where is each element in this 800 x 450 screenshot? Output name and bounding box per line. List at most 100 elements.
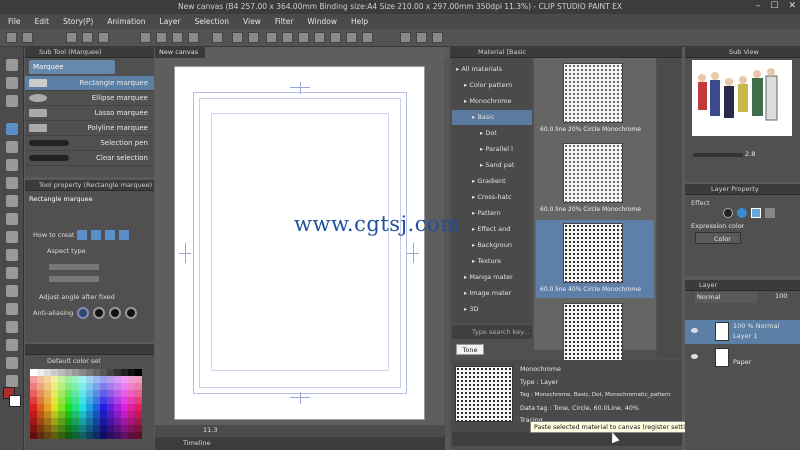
color-swatch[interactable]	[72, 376, 79, 383]
color-swatch[interactable]	[58, 404, 65, 411]
text-tool-icon[interactable]	[6, 357, 18, 369]
new-file-icon[interactable]	[66, 32, 77, 43]
color-swatch[interactable]	[114, 404, 121, 411]
color-swatch[interactable]	[93, 425, 100, 432]
color-swatch[interactable]	[44, 376, 51, 383]
color-swatch[interactable]	[72, 411, 79, 418]
decoration-tool-icon[interactable]	[6, 249, 18, 261]
color-swatch[interactable]	[58, 390, 65, 397]
material-tag-tone[interactable]: Tone	[456, 344, 484, 355]
color-swatch[interactable]	[93, 369, 100, 376]
subtool-item[interactable]: Rectangle marquee	[25, 76, 154, 91]
color-swatch[interactable]	[100, 383, 107, 390]
color-swatch[interactable]	[100, 369, 107, 376]
color-swatch[interactable]	[107, 397, 114, 404]
color-swatch[interactable]	[79, 432, 86, 439]
color-swatch[interactable]	[114, 397, 121, 404]
menu-filter[interactable]: Filter	[275, 14, 294, 29]
color-swatch[interactable]	[135, 411, 142, 418]
menu-view[interactable]: View	[243, 14, 261, 29]
airbrush-tool-icon[interactable]	[6, 231, 18, 243]
color-swatch[interactable]	[93, 376, 100, 383]
color-swatch[interactable]	[72, 383, 79, 390]
material-tree-item[interactable]: ▸ Image mater	[452, 286, 532, 301]
color-swatch[interactable]	[100, 425, 107, 432]
color-swatch[interactable]	[135, 432, 142, 439]
color-swatch[interactable]	[121, 418, 128, 425]
color-swatch[interactable]	[86, 383, 93, 390]
color-swatch[interactable]	[44, 383, 51, 390]
color-swatch[interactable]	[44, 411, 51, 418]
material-tree-item[interactable]: ▸ Sand pat	[452, 158, 532, 173]
color-swatch[interactable]	[51, 397, 58, 404]
color-swatch[interactable]	[58, 418, 65, 425]
material-tree-item[interactable]: ▸ Monochrome	[452, 94, 532, 109]
color-swatch[interactable]	[65, 376, 72, 383]
material-tree-item[interactable]: ▸ Manga mater	[452, 270, 532, 285]
color-swatch[interactable]	[100, 376, 107, 383]
color-swatch[interactable]	[121, 397, 128, 404]
clear-icon[interactable]	[266, 32, 277, 43]
color-swatch[interactable]	[93, 397, 100, 404]
material-card[interactable]: 60.0 line 40% Circle Monochrome	[536, 220, 654, 298]
gradient-tool-icon[interactable]	[6, 321, 18, 333]
color-swatch[interactable]	[107, 432, 114, 439]
adjust-angle-row[interactable]: Adjust angle after fixed	[25, 289, 154, 305]
color-swatch[interactable]	[37, 369, 44, 376]
move-tool-icon[interactable]	[6, 77, 18, 89]
subtool-item[interactable]: Lasso marquee	[25, 106, 154, 121]
menu-help[interactable]: Help	[351, 14, 368, 29]
color-swatch[interactable]	[135, 425, 142, 432]
aa-none-button[interactable]	[77, 307, 89, 319]
panel-icon[interactable]	[22, 32, 33, 43]
color-swatch[interactable]	[107, 404, 114, 411]
menu-window[interactable]: Window	[307, 14, 337, 29]
color-swatch[interactable]	[135, 390, 142, 397]
color-swatch[interactable]	[58, 383, 65, 390]
eyedropper-tool-icon[interactable]	[6, 159, 18, 171]
material-tree-item[interactable]: ▸ Parallel l	[452, 142, 532, 157]
redo-icon[interactable]	[248, 32, 259, 43]
color-swatch[interactable]	[121, 411, 128, 418]
aa-medium-button[interactable]	[109, 307, 121, 319]
effect-tone-icon[interactable]	[737, 208, 747, 218]
color-swatch[interactable]	[44, 390, 51, 397]
color-swatch[interactable]	[107, 369, 114, 376]
color-swatch[interactable]	[86, 411, 93, 418]
invert-selection-icon[interactable]	[314, 32, 325, 43]
color-swatch[interactable]	[51, 411, 58, 418]
color-swatch[interactable]	[44, 418, 51, 425]
color-swatch[interactable]	[135, 369, 142, 376]
blend-mode-select[interactable]: Normal	[695, 292, 757, 303]
canvas-paper[interactable]	[174, 66, 425, 420]
color-swatch[interactable]	[51, 390, 58, 397]
color-swatch[interactable]	[37, 432, 44, 439]
zoom-tool-icon[interactable]	[6, 59, 18, 71]
color-swatch[interactable]	[44, 369, 51, 376]
open-file-icon[interactable]	[82, 32, 93, 43]
color-swatch[interactable]	[79, 411, 86, 418]
color-swatch[interactable]	[86, 404, 93, 411]
material-tree-item[interactable]: ▸ Pattern	[452, 206, 532, 221]
marquee-tool-icon[interactable]	[6, 123, 18, 135]
color-swatch-grid[interactable]	[30, 369, 142, 439]
color-swatch[interactable]	[93, 418, 100, 425]
color-swatch[interactable]	[79, 404, 86, 411]
transform-icon[interactable]	[282, 32, 293, 43]
color-swatch[interactable]	[72, 369, 79, 376]
color-swatch[interactable]	[79, 418, 86, 425]
color-swatch[interactable]	[58, 411, 65, 418]
zoom-value[interactable]: 11.3	[203, 426, 217, 434]
grid-icon[interactable]	[6, 32, 17, 43]
material-card[interactable]: 60.0 line 20% Circle Monochrome	[536, 60, 654, 138]
color-swatch[interactable]	[114, 418, 121, 425]
color-swatch[interactable]	[65, 390, 72, 397]
color-swatch[interactable]	[79, 390, 86, 397]
color-swatch[interactable]	[86, 390, 93, 397]
color-swatch[interactable]	[114, 432, 121, 439]
color-swatch[interactable]	[37, 383, 44, 390]
color-swatch[interactable]	[93, 432, 100, 439]
color-swatch[interactable]	[79, 369, 86, 376]
timeline-tab[interactable]: Timeline	[155, 437, 445, 450]
color-swatch[interactable]	[30, 418, 37, 425]
